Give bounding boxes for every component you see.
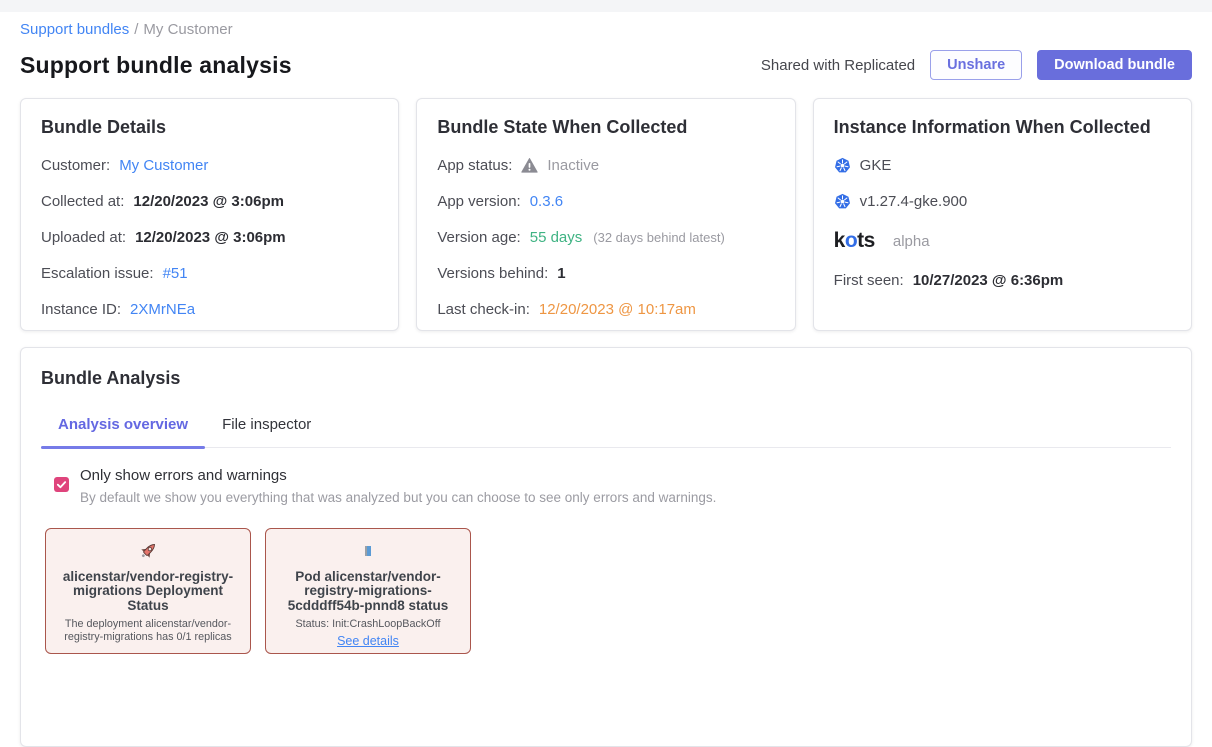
kots-logo: kots xyxy=(834,229,875,253)
support-bundle-analysis-page: Support bundles / My Customer Support bund… xyxy=(0,12,1212,747)
version-age-value: 55 days xyxy=(530,229,583,246)
tab-analysis-overview[interactable]: Analysis overview xyxy=(41,416,205,447)
tab-file-inspector[interactable]: File inspector xyxy=(205,416,328,447)
k8s-version-row: v1.27.4-gke.900 xyxy=(834,193,1171,210)
shared-status-text: Shared with Replicated xyxy=(761,57,915,74)
last-checkin-label: Last check-in: xyxy=(437,301,530,318)
version-age-row: Version age: 55 days (32 days behind lat… xyxy=(437,229,774,246)
kubernetes-icon xyxy=(834,193,851,210)
bundle-state-title: Bundle State When Collected xyxy=(437,117,774,138)
app-status-row: App status: Inactive xyxy=(437,157,774,174)
errors-warnings-filter: Only show errors and warnings By default… xyxy=(41,467,1171,505)
analysis-tabs: Analysis overview File inspector xyxy=(41,416,1171,448)
versions-behind-value: 1 xyxy=(557,265,565,282)
unshare-button[interactable]: Unshare xyxy=(930,50,1022,80)
collected-at-value: 12/20/2023 @ 3:06pm xyxy=(133,193,284,210)
bundle-analysis-title: Bundle Analysis xyxy=(41,368,1171,389)
kots-row: kots alpha xyxy=(834,229,1171,253)
rocket-icon xyxy=(58,539,238,563)
uploaded-at-row: Uploaded at: 12/20/2023 @ 3:06pm xyxy=(41,229,378,246)
customer-label: Customer: xyxy=(41,157,110,174)
filter-text: Only show errors and warnings By default… xyxy=(80,467,716,505)
page-header: Support bundle analysis Shared with Repl… xyxy=(20,50,1192,80)
escalation-issue-link[interactable]: #51 xyxy=(163,265,188,282)
bundle-analysis-section: Bundle Analysis Analysis overview File i… xyxy=(20,347,1192,747)
versions-behind-label: Versions behind: xyxy=(437,265,548,282)
result-message: Status: Init:CrashLoopBackOff xyxy=(278,618,458,631)
version-age-suffix: (32 days behind latest) xyxy=(593,230,725,245)
escalation-issue-row: Escalation issue: #51 xyxy=(41,265,378,282)
result-card-deployment-status: alicenstar/vendor-registry-migrations De… xyxy=(45,528,251,654)
result-title: alicenstar/vendor-registry-migrations De… xyxy=(58,570,238,613)
instance-id-row: Instance ID: 2XMrNEa xyxy=(41,301,378,318)
instance-info-title: Instance Information When Collected xyxy=(834,117,1171,138)
broken-image-icon xyxy=(278,539,458,563)
breadcrumb-separator: / xyxy=(134,21,138,38)
download-bundle-button[interactable]: Download bundle xyxy=(1037,50,1192,80)
analysis-results: alicenstar/vendor-registry-migrations De… xyxy=(41,528,1171,654)
instance-info-card: Instance Information When Collected GKE … xyxy=(813,98,1192,331)
collected-at-label: Collected at: xyxy=(41,193,124,210)
k8s-version-value: v1.27.4-gke.900 xyxy=(860,193,968,210)
distribution-row: GKE xyxy=(834,157,1171,174)
breadcrumb: Support bundles / My Customer xyxy=(20,21,1192,38)
distribution-value: GKE xyxy=(860,157,892,174)
app-status-label: App status: xyxy=(437,157,512,174)
only-errors-checkbox[interactable] xyxy=(54,477,69,492)
last-checkin-row: Last check-in: 12/20/2023 @ 10:17am xyxy=(437,301,774,318)
instance-id-label: Instance ID: xyxy=(41,301,121,318)
result-card-pod-status: Pod alicenstar/vendor-registry-migration… xyxy=(265,528,471,654)
info-cards-row: Bundle Details Customer: My Customer Col… xyxy=(20,98,1192,331)
see-details-link[interactable]: See details xyxy=(337,634,399,648)
bundle-details-title: Bundle Details xyxy=(41,117,378,138)
result-message: The deployment alicenstar/vendor-registr… xyxy=(58,618,238,643)
kubernetes-icon xyxy=(834,157,851,174)
breadcrumb-current: My Customer xyxy=(143,21,232,38)
app-version-link[interactable]: 0.3.6 xyxy=(530,193,563,210)
collected-at-row: Collected at: 12/20/2023 @ 3:06pm xyxy=(41,193,378,210)
top-strip xyxy=(0,0,1212,12)
last-checkin-value: 12/20/2023 @ 10:17am xyxy=(539,301,696,318)
page-title: Support bundle analysis xyxy=(20,52,292,79)
uploaded-at-label: Uploaded at: xyxy=(41,229,126,246)
filter-label[interactable]: Only show errors and warnings xyxy=(80,467,716,484)
instance-id-link[interactable]: 2XMrNEa xyxy=(130,301,195,318)
versions-behind-row: Versions behind: 1 xyxy=(437,265,774,282)
first-seen-label: First seen: xyxy=(834,272,904,289)
first-seen-row: First seen: 10/27/2023 @ 6:36pm xyxy=(834,272,1171,289)
app-status-value: Inactive xyxy=(547,157,599,174)
version-age-label: Version age: xyxy=(437,229,520,246)
check-icon xyxy=(56,479,67,490)
first-seen-value: 10/27/2023 @ 6:36pm xyxy=(913,272,1064,289)
result-title: Pod alicenstar/vendor-registry-migration… xyxy=(278,570,458,613)
customer-link[interactable]: My Customer xyxy=(119,157,208,174)
header-actions: Shared with Replicated Unshare Download … xyxy=(761,50,1192,80)
bundle-details-card: Bundle Details Customer: My Customer Col… xyxy=(20,98,399,331)
uploaded-at-value: 12/20/2023 @ 3:06pm xyxy=(135,229,286,246)
escalation-issue-label: Escalation issue: xyxy=(41,265,154,282)
app-version-row: App version: 0.3.6 xyxy=(437,193,774,210)
app-version-label: App version: xyxy=(437,193,520,210)
filter-description: By default we show you everything that w… xyxy=(80,490,716,505)
breadcrumb-link-support-bundles[interactable]: Support bundles xyxy=(20,21,129,38)
warning-icon xyxy=(521,157,538,174)
bundle-state-card: Bundle State When Collected App status: … xyxy=(416,98,795,331)
customer-row: Customer: My Customer xyxy=(41,157,378,174)
kots-version: alpha xyxy=(893,233,930,250)
